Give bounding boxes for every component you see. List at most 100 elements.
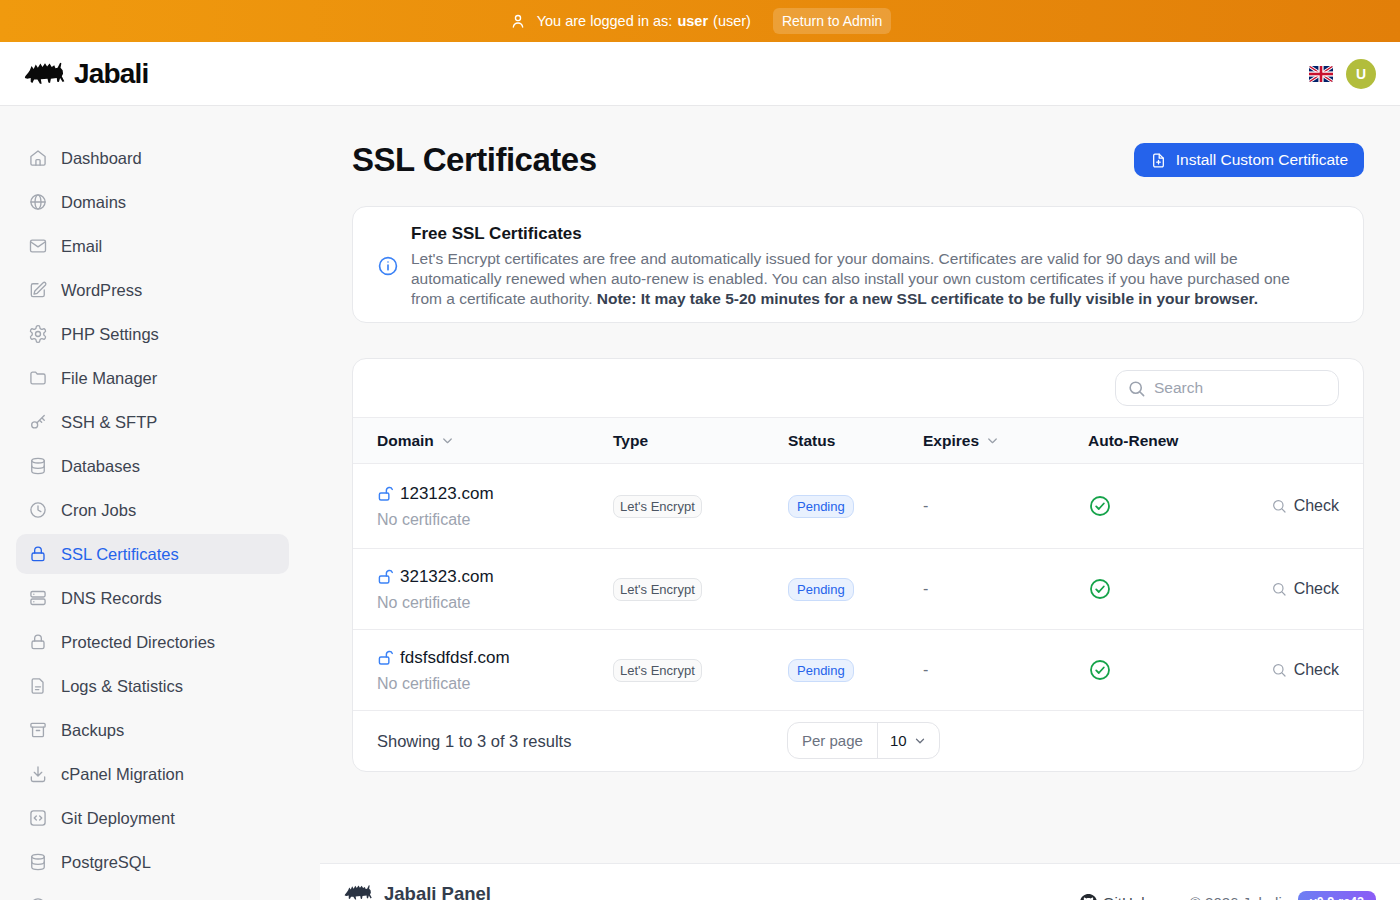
table-row: 321323.comNo certificateLet's Encrypt Pen… bbox=[353, 549, 1363, 630]
sidebar-item-domains[interactable]: Domains bbox=[16, 182, 289, 222]
expires-value: - bbox=[923, 580, 1088, 598]
sidebar-item-ssh-sftp[interactable]: SSH & SFTP bbox=[16, 402, 289, 442]
download-icon bbox=[28, 764, 48, 784]
sidebar: DashboardDomainsEmailWordPressPHP Settin… bbox=[0, 106, 320, 900]
boar-logo-icon bbox=[344, 880, 373, 900]
sidebar-item-logs-statistics[interactable]: Logs & Statistics bbox=[16, 666, 289, 706]
column-header-expires[interactable]: Expires bbox=[923, 432, 1088, 450]
domain-cell: 321323.comNo certificate bbox=[377, 567, 613, 612]
domain-cell: 123123.com No certificate bbox=[377, 484, 613, 529]
expires-value: - bbox=[923, 497, 1088, 515]
lock-open-icon bbox=[377, 485, 395, 503]
sidebar-item-cron-jobs[interactable]: Cron Jobs bbox=[16, 490, 289, 530]
github-icon bbox=[1080, 894, 1097, 900]
pencil-square-icon bbox=[28, 280, 48, 300]
check-action-button[interactable]: Check bbox=[1271, 580, 1339, 598]
user-avatar[interactable]: U bbox=[1346, 59, 1376, 89]
domain-name: 123123.com bbox=[400, 484, 494, 504]
info-text: Let's Encrypt certificates are free and … bbox=[411, 249, 1308, 309]
status-badge: Pending bbox=[788, 659, 854, 682]
code-icon bbox=[28, 808, 48, 828]
github-link[interactable]: GitHub bbox=[1080, 894, 1150, 900]
lock-open-icon bbox=[377, 649, 395, 667]
sidebar-item-protected-directories[interactable]: Protected Directories bbox=[16, 622, 289, 662]
footer: Jabali Panel GitHub – © 2026 Jabali v0.9… bbox=[320, 863, 1400, 900]
circle-icon bbox=[28, 896, 48, 900]
sidebar-item-email[interactable]: Email bbox=[16, 226, 289, 266]
lock-icon bbox=[28, 544, 48, 564]
sidebar-item-backups[interactable]: Backups bbox=[16, 710, 289, 750]
sidebar-item-dashboard[interactable]: Dashboard bbox=[16, 138, 289, 178]
status-badge: Pending bbox=[788, 495, 854, 518]
banner-text: You are logged in as:user(user) bbox=[537, 13, 751, 29]
table-header: DomainTypeStatusExpiresAuto-Renew bbox=[353, 417, 1363, 464]
install-custom-certificate-button[interactable]: Install Custom Certificate bbox=[1134, 143, 1364, 177]
certificate-subtext: No certificate bbox=[377, 675, 613, 693]
clock-icon bbox=[28, 500, 48, 520]
database-icon bbox=[28, 456, 48, 476]
server-icon bbox=[28, 588, 48, 608]
globe-icon bbox=[28, 192, 48, 212]
sidebar-item-postgresql[interactable]: PostgreSQL bbox=[16, 842, 289, 882]
column-header-domain[interactable]: Domain bbox=[377, 432, 613, 450]
domain-cell: fdsfsdfdsf.com No certificate bbox=[377, 648, 613, 693]
search-icon bbox=[1271, 581, 1287, 597]
table-row: fdsfsdfdsf.comNo certificateLet's Encryp… bbox=[353, 630, 1363, 711]
search-input[interactable] bbox=[1115, 370, 1339, 406]
domain-name: fdsfsdfdsf.com bbox=[400, 648, 510, 668]
results-summary: Showing 1 to 3 of 3 results bbox=[377, 732, 571, 751]
mail-icon bbox=[28, 236, 48, 256]
sidebar-item-git-deployment[interactable]: Git Deployment bbox=[16, 798, 289, 838]
table-row: 123123.com No certificateLet's Encrypt Pen… bbox=[353, 464, 1363, 549]
status-badge: Pending bbox=[788, 578, 854, 601]
per-page-select[interactable]: Per page 10 bbox=[787, 722, 940, 759]
footer-separator: – bbox=[1165, 894, 1173, 900]
expires-value: - bbox=[923, 661, 1088, 679]
search-field[interactable] bbox=[1154, 379, 1327, 397]
brand-name: Jabali bbox=[74, 58, 149, 90]
type-badge: Let's Encrypt bbox=[613, 495, 702, 518]
column-header-auto-renew: Auto-Renew bbox=[1088, 432, 1339, 450]
return-to-admin-button[interactable]: Return to Admin bbox=[773, 8, 891, 34]
page-title: SSL Certificates bbox=[352, 140, 597, 180]
sidebar-item-databases[interactable]: Databases bbox=[16, 446, 289, 486]
search-icon bbox=[1271, 662, 1287, 678]
type-badge: Let's Encrypt bbox=[613, 578, 702, 601]
user-icon bbox=[509, 12, 527, 30]
footer-title: Jabali Panel bbox=[384, 883, 491, 900]
sidebar-item-php-settings[interactable]: PHP Settings bbox=[16, 314, 289, 354]
check-action-button[interactable]: Check bbox=[1271, 497, 1339, 515]
certificate-subtext: No certificate bbox=[377, 511, 613, 529]
check-action-button[interactable]: Check bbox=[1271, 661, 1339, 679]
sidebar-item-dns-records[interactable]: DNS Records bbox=[16, 578, 289, 618]
auto-renew-check-icon bbox=[1088, 494, 1271, 518]
database-icon bbox=[28, 852, 48, 872]
copyright: © 2026 Jabali bbox=[1190, 894, 1282, 900]
sidebar-item-wordpress[interactable]: WordPress bbox=[16, 270, 289, 310]
sort-chevron-icon bbox=[985, 433, 1000, 448]
auto-renew-check-icon bbox=[1088, 577, 1271, 601]
lock-simple-icon bbox=[28, 632, 48, 652]
home-icon bbox=[28, 148, 48, 168]
document-icon bbox=[28, 676, 48, 696]
app-header: Jabali U bbox=[0, 42, 1400, 106]
chevron-down-icon bbox=[913, 734, 927, 748]
sidebar-item-cpanel-migration[interactable]: cPanel Migration bbox=[16, 754, 289, 794]
sidebar-item-ssl-certificates[interactable]: SSL Certificates bbox=[16, 534, 289, 574]
column-header-type: Type bbox=[613, 432, 788, 450]
certificates-table: DomainTypeStatusExpiresAuto-Renew 123123… bbox=[352, 358, 1364, 772]
folder-icon bbox=[28, 368, 48, 388]
domain-name: 321323.com bbox=[400, 567, 494, 587]
lock-open-icon bbox=[377, 568, 395, 586]
sort-chevron-icon bbox=[440, 433, 455, 448]
key-icon bbox=[28, 412, 48, 432]
sidebar-item-file-manager[interactable]: File Manager bbox=[16, 358, 289, 398]
archive-icon bbox=[28, 720, 48, 740]
impersonation-banner: You are logged in as:user(user) Return t… bbox=[0, 0, 1400, 42]
column-header-status: Status bbox=[788, 432, 923, 450]
version-badge: v0.9-rc42 bbox=[1298, 891, 1376, 900]
sidebar-item-hidden[interactable] bbox=[16, 886, 289, 900]
brand[interactable]: Jabali bbox=[24, 55, 149, 93]
info-title: Free SSL Certificates bbox=[411, 223, 1308, 245]
language-flag-icon[interactable] bbox=[1309, 66, 1333, 82]
